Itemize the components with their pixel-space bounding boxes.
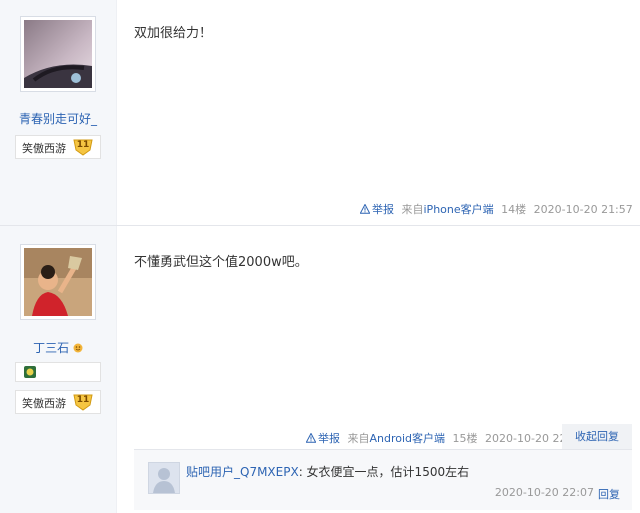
report-button[interactable]: 举报	[360, 203, 394, 216]
sub-reply-text: 贴吧用户_Q7MXEPX: 女衣便宜一点，估计1500左右	[186, 463, 469, 480]
medal-icon	[24, 366, 36, 378]
level-icon: 11	[73, 138, 93, 156]
post-tail: 举报 来自iPhone客户端 14楼 2020-10-20 21:57 回复	[360, 201, 640, 217]
post-divider	[0, 225, 640, 226]
username[interactable]: 丁三石	[33, 341, 69, 355]
username-row: 丁三石	[0, 339, 116, 356]
level-icon: 11	[73, 393, 93, 411]
report-button[interactable]: 举报	[306, 432, 340, 445]
collapse-replies-button[interactable]: 收起回复	[562, 424, 632, 450]
report-label: 举报	[318, 432, 340, 445]
avatar-image	[24, 248, 92, 316]
sub-reply-time: 2020-10-20 22:07	[494, 486, 594, 499]
avatar-image	[24, 20, 92, 88]
avatar[interactable]	[20, 244, 96, 320]
sub-reply-username[interactable]: 贴吧用户_Q7MXEPX	[186, 465, 299, 479]
default-user-icon	[149, 463, 179, 493]
source-prefix: 来自	[347, 432, 370, 445]
member-badge[interactable]: 笑傲西游 11	[15, 135, 101, 159]
warning-icon	[360, 204, 370, 214]
avatar[interactable]	[20, 16, 96, 92]
client-link[interactable]: Android客户端	[370, 432, 446, 445]
client-link[interactable]: iPhone客户端	[424, 203, 494, 216]
source-prefix: 来自	[401, 203, 424, 216]
badge-name: 笑傲西游	[22, 142, 66, 155]
warning-icon	[306, 433, 316, 443]
member-badge[interactable]: 笑傲西游 11	[15, 390, 101, 414]
floor-number: 15楼	[452, 432, 478, 445]
post-tail: 举报 来自Android客户端 15楼 2020-10-20 22:05	[306, 430, 584, 446]
post-time: 2020-10-20 21:57	[533, 203, 633, 216]
vip-face-icon	[73, 343, 83, 353]
sub-reply-content: : 女衣便宜一点，估计1500左右	[298, 465, 470, 479]
badge-level: 11	[76, 140, 90, 150]
sub-reply-button[interactable]: 回复	[598, 486, 620, 502]
report-label: 举报	[372, 203, 394, 216]
username[interactable]: 青春别走可好_	[0, 110, 116, 127]
icon-badge[interactable]	[15, 362, 101, 382]
post-content: 不懂勇武但这个值2000w吧。	[134, 255, 308, 270]
floor-number: 14楼	[501, 203, 527, 216]
badge-name: 笑傲西游	[22, 397, 66, 410]
badge-level: 11	[76, 395, 90, 405]
avatar[interactable]	[148, 462, 180, 494]
post-content: 双加很给力！	[134, 26, 213, 41]
sub-reply: 贴吧用户_Q7MXEPX: 女衣便宜一点，估计1500左右 2020-10-20…	[134, 449, 632, 510]
